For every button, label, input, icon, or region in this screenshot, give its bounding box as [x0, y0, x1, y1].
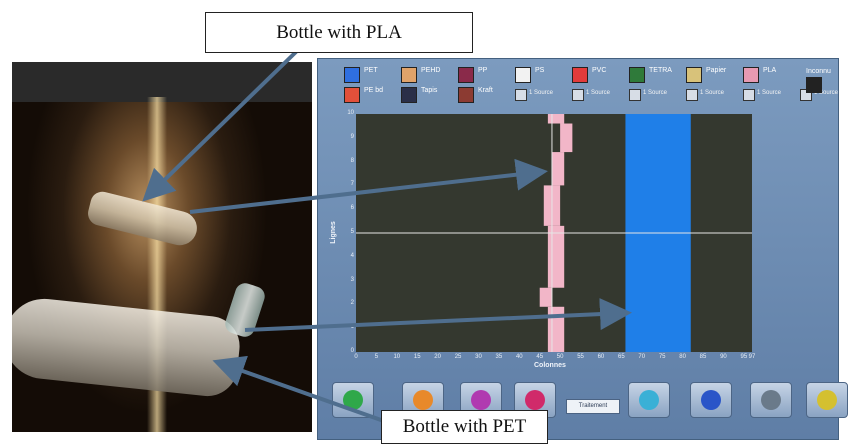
arrow-pet-label	[212, 355, 396, 427]
callout-pla: Bottle with PLA	[205, 12, 473, 53]
arrow-pla-map	[189, 158, 548, 214]
arrow-overlay	[142, 46, 632, 427]
arrow-pet-map	[244, 298, 632, 332]
arrow-pla-label	[142, 46, 302, 202]
callout-pet: Bottle with PET	[381, 410, 548, 444]
